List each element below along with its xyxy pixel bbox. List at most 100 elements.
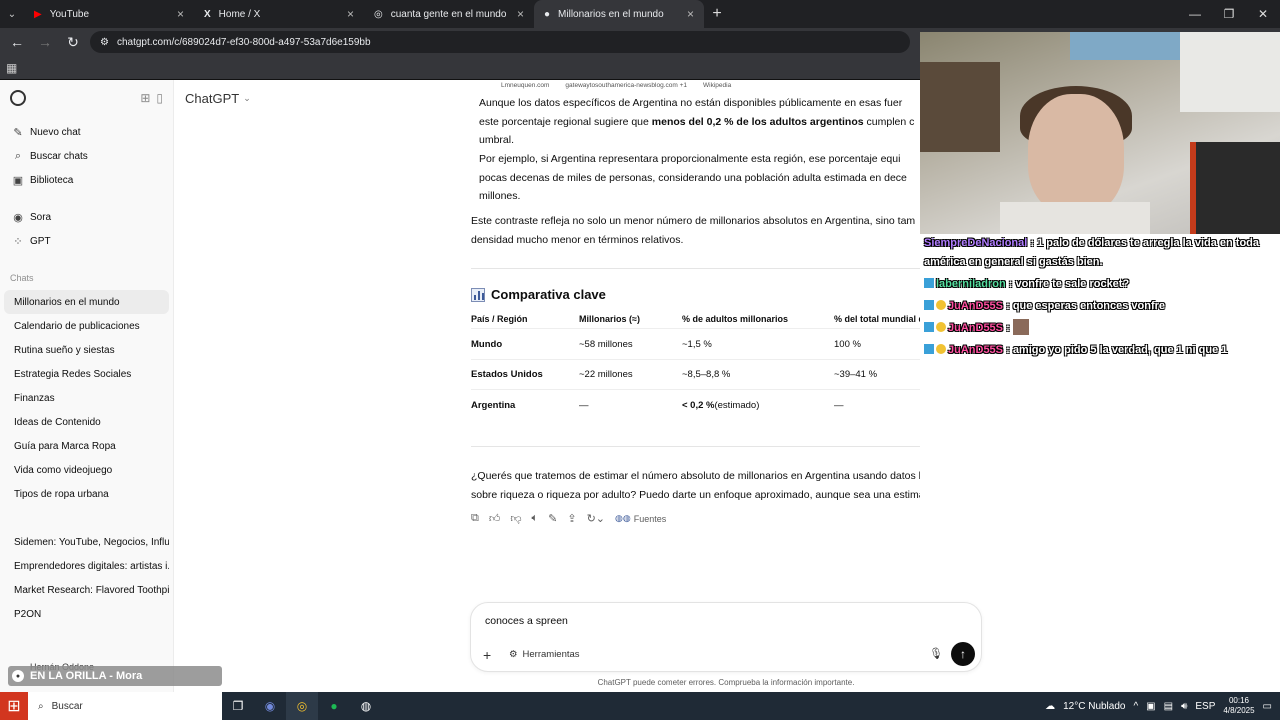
forward-icon[interactable]: → [34,31,56,53]
send-button[interactable]: ↑ [951,642,975,666]
chat-item[interactable]: Rutina sueño y siestas [4,338,169,362]
grid-icon[interactable]: ⊞ [140,91,150,105]
table-cell: 100 % [834,339,861,350]
chat-item[interactable]: Estrategia Redes Sociales [4,362,169,386]
x-icon: X [204,8,211,20]
column-header: Millonarios (≈) [579,313,640,324]
text-line: densidad mucho menor en términos relativ… [471,233,684,246]
close-icon[interactable]: × [687,7,694,21]
language-indicator[interactable]: ESP [1195,701,1215,712]
source-chip[interactable]: gatewaytosouthamerica-newsblog.com +1 [565,82,687,89]
chat-item[interactable]: Finanzas [4,386,169,410]
chat-item[interactable]: Millonarios en el mundo [4,290,169,314]
chat-item[interactable]: Vida como videojuego [4,458,169,482]
arrow-up-icon: ↑ [960,647,966,661]
tab-label: YouTube [49,8,89,20]
restore-icon[interactable]: ❐ [1212,0,1246,28]
column-header: % del total mundial de millonarios [834,313,920,324]
chatgpt-icon: ● [544,8,551,20]
sidebar-item-buscar-chats[interactable]: ⌕ Buscar chats [0,144,173,168]
copy-icon[interactable]: ⧉ [471,512,479,525]
chat-username: laberniladron [936,278,1006,290]
thumbs-down-icon[interactable]: 👎︎ [510,512,521,525]
track-name: EN LA ORILLA - Mora [30,670,143,682]
tools-label: Herramientas [522,649,580,660]
chat-item[interactable]: Sidemen: YouTube, Negocios, Influ... [4,530,169,554]
windows-logo-icon: ⊞ [7,698,21,715]
taskbar-search[interactable]: ⌕ Buscar [28,692,222,720]
chat-item[interactable]: P2ON [4,602,169,626]
compose-icon: ✎ [13,126,23,139]
url-text: chatgpt.com/c/689024d7-ef30-800d-a497-53… [116,36,371,48]
chat-item[interactable]: Emprendedores digitales: artistas i... [4,554,169,578]
gaming-chair-image [1190,142,1280,234]
apps-grid-icon[interactable]: ▦ [6,61,17,75]
chrome-icon[interactable]: ◎ [286,692,318,720]
notifications-icon[interactable]: ▭ [1263,701,1272,712]
tools-button[interactable]: ⚙ Herramientas [509,649,580,660]
weather-text[interactable]: 12°C Nublado [1063,701,1125,712]
chat-item[interactable]: Tipos de ropa urbana [4,482,169,506]
microphone-icon[interactable]: 🎙︎ [929,647,943,660]
gpt-grid-icon: ⁘ [13,235,23,248]
text-line: Este contraste refleja no solo un menor … [471,215,916,227]
back-icon[interactable]: ← [6,31,28,53]
new-tab-button[interactable]: + [704,5,730,23]
source-chip[interactable]: Lmneuquen.com [501,82,549,89]
tab-youtube[interactable]: ▶ YouTube × [24,0,194,28]
chevron-up-icon[interactable]: ^ [1133,701,1138,712]
tab-x[interactable]: X Home / X × [194,0,364,28]
text-line: Aunque los datos específicos de Argentin… [479,97,903,109]
sidebar-item-sora[interactable]: ◉ Sora [0,205,173,229]
speaker-icon[interactable]: 🔈︎ [532,512,539,525]
vinyl-icon: ● [12,670,24,682]
attach-plus-icon[interactable]: + [483,647,491,663]
sliders-icon: ⚙ [509,649,518,660]
regenerate-icon[interactable]: ↻⌄ [587,512,605,525]
tab-millonarios[interactable]: ● Millonarios en el mundo × [534,0,704,28]
sidebar-item-nuevo-chat[interactable]: ✎ Nuevo chat [0,120,173,144]
start-button[interactable]: ⊞ [0,692,28,720]
close-icon[interactable]: × [517,7,524,21]
prompt-input[interactable]: conoces a spreen [485,615,568,627]
site-info-icon[interactable]: ⚙ [100,37,109,48]
thumbs-up-icon[interactable]: 👍︎ [489,512,501,525]
table-header-row: País / Región Millonarios (≈) % de adult… [471,309,920,329]
close-icon[interactable]: × [347,7,354,21]
edit-icon[interactable]: ✎ [548,512,557,525]
tab-search-icon[interactable]: ⌄ [0,0,24,28]
minimize-icon[interactable]: — [1178,0,1212,28]
openai-logo-icon[interactable] [10,90,26,106]
chat-item[interactable]: Calendario de publicaciones [4,314,169,338]
close-window-icon[interactable]: ✕ [1246,0,1280,28]
sidebar-toggle-icon[interactable]: ▯ [156,91,163,105]
tray-icon[interactable]: ▣ [1146,701,1155,712]
tab-cuanta-gente[interactable]: ◎ cuanta gente en el mundo es m × [364,0,534,28]
table-cell: Argentina [471,399,516,411]
source-chip[interactable]: Wikipedia [703,82,731,89]
chat-item[interactable]: Market Research: Flavored Toothpi... [4,578,169,602]
badge-icon [924,300,934,310]
close-icon[interactable]: × [177,7,184,21]
reload-icon[interactable]: ↻ [62,31,84,53]
obs-icon[interactable]: ◍ [350,692,382,720]
chat-item[interactable]: Guía para Marca Ropa [4,434,169,458]
spotify-icon[interactable]: ● [318,692,350,720]
url-bar[interactable]: ⚙ chatgpt.com/c/689024d7-ef30-800d-a497-… [90,31,910,53]
shelf-image [920,62,1000,152]
clock[interactable]: 00:16 4/8/2025 [1223,696,1254,716]
table-cell: Estados Unidos [471,369,543,380]
badge-icon [936,344,946,354]
volume-icon[interactable]: 🔊︎ [1181,701,1187,712]
paragraph: Este contraste refleja no solo un menor … [471,212,920,249]
network-icon[interactable]: ▤ [1164,701,1173,712]
sources-button[interactable]: ◍◍ Fuentes [615,513,666,524]
task-view-icon[interactable]: ❐ [222,692,254,720]
sidebar-item-gpt[interactable]: ⁘ GPT [0,229,173,253]
sidebar-item-label: Nuevo chat [30,126,81,138]
discord-icon[interactable]: ◉ [254,692,286,720]
share-icon[interactable]: ⇪ [567,512,576,525]
chat-text: : amigo yo pido 5 la verdad, que 1 ni qu… [1006,344,1228,356]
chat-item[interactable]: Ideas de Contenido [4,410,169,434]
sidebar-item-biblioteca[interactable]: ▣ Biblioteca [0,168,173,192]
